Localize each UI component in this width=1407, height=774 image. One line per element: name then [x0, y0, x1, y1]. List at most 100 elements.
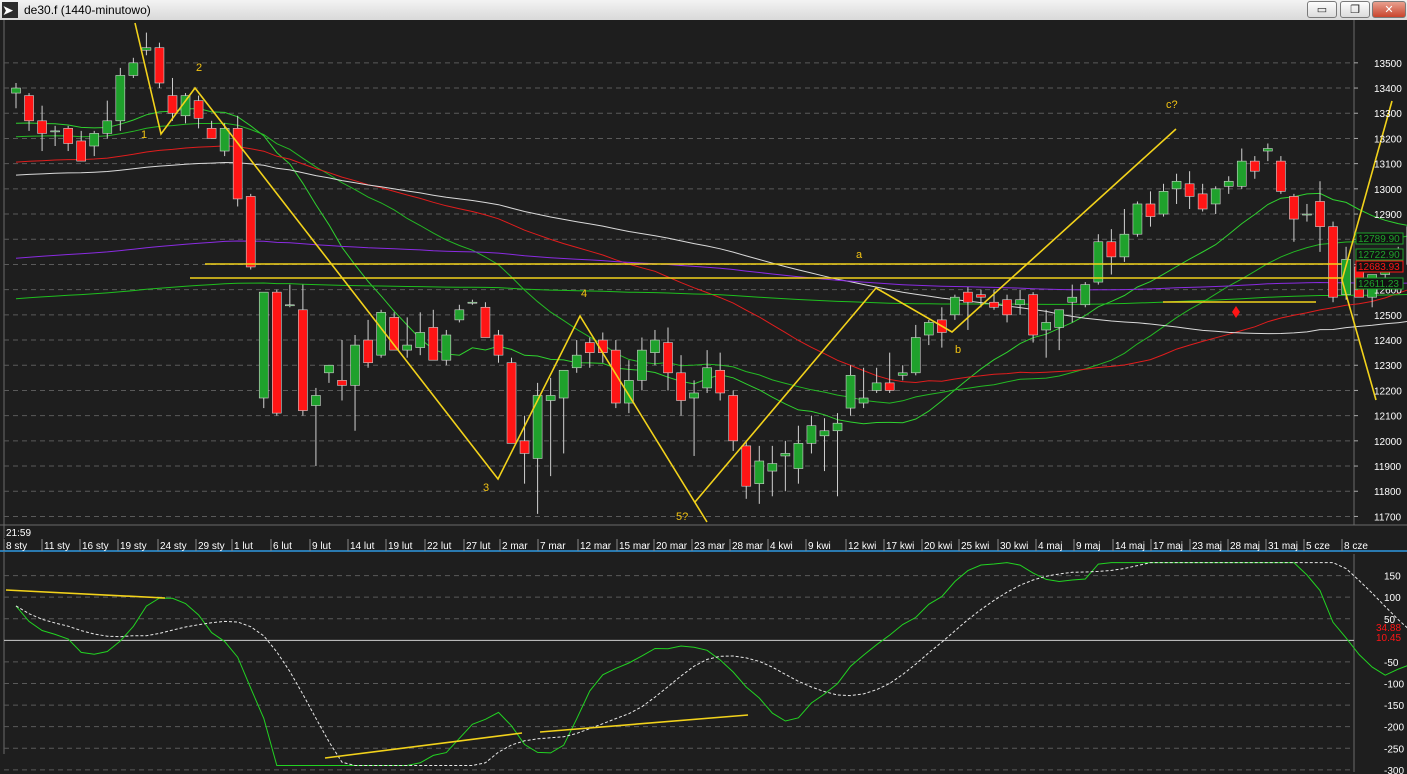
time-tick-label: 20 mar	[656, 541, 688, 552]
osc-tick-label: -150	[1384, 701, 1404, 712]
candle-body	[1250, 160, 1260, 172]
candle-body	[1236, 160, 1247, 187]
candle-body	[376, 312, 386, 356]
wave-label: a	[856, 249, 863, 261]
price-tick-label: 12400	[1374, 336, 1402, 347]
candle-body	[923, 322, 934, 336]
candle-body	[285, 304, 295, 307]
candle-body	[37, 120, 47, 134]
time-tick-label: 4 kwi	[770, 541, 793, 552]
price-tick-label: 11900	[1374, 462, 1402, 473]
candle-body	[76, 140, 86, 162]
candle-body	[441, 334, 452, 361]
candle-body	[1223, 180, 1234, 187]
candle-body	[506, 362, 517, 444]
time-tick-label: 6 lut	[273, 541, 292, 552]
candle-body	[584, 342, 595, 353]
candle-body	[637, 349, 647, 381]
candle-body	[519, 440, 530, 454]
chart-canvas[interactable]: 1 2 3 4 5? a b c? 11700 11800 11900 12000 12100 1220…	[0, 20, 1407, 774]
time-tick-label: 25 kwi	[961, 541, 989, 552]
minimize-button[interactable]: ▭	[1307, 1, 1337, 18]
time-tick-label: 2 mar	[502, 541, 528, 552]
time-tick-label: 1 lut	[234, 541, 253, 552]
time-label: 21:59	[6, 528, 31, 539]
candle-body	[793, 443, 804, 469]
osc-tick-label: -100	[1384, 680, 1404, 691]
candle-body	[467, 301, 478, 304]
window-title: de30.f (1440-minutowo)	[24, 3, 151, 17]
restore-button[interactable]: ❐	[1340, 1, 1370, 18]
candle-body	[245, 196, 256, 268]
price-labels: 12789.90 12722.9012683.93 12611.23	[1355, 232, 1404, 290]
candle-body	[1145, 203, 1156, 217]
osc-tick-label: 150	[1384, 572, 1401, 583]
time-tick-label: 19 sty	[120, 541, 147, 552]
candle-body	[480, 306, 491, 338]
candle-body	[715, 369, 725, 394]
candle-body	[780, 453, 791, 457]
candle-body	[493, 334, 504, 356]
candle-body	[350, 344, 360, 386]
candle-body	[154, 47, 165, 84]
candle-body	[1002, 299, 1012, 316]
candle-body	[311, 395, 321, 406]
osc-tick-label: 100	[1384, 593, 1401, 604]
candle-body	[650, 339, 660, 353]
candle-body	[689, 392, 699, 399]
app-icon[interactable]: ➤	[2, 2, 18, 18]
close-button[interactable]: ✕	[1372, 1, 1406, 18]
candle-body	[845, 375, 856, 409]
wave-label: 2	[196, 62, 202, 74]
price-label: 12683.93	[1358, 262, 1400, 273]
candle-body	[728, 395, 739, 442]
wave-label: 5?	[676, 511, 688, 523]
wave-label: 3	[483, 482, 489, 494]
price-tick-label: 13500	[1374, 59, 1402, 70]
candle-body	[193, 100, 204, 119]
candle-body	[1210, 188, 1221, 205]
time-tick-label: 30 kwi	[1000, 541, 1028, 552]
candle-body	[11, 87, 21, 94]
price-tick-label: 12300	[1374, 361, 1402, 372]
candle-body	[558, 369, 569, 399]
time-tick-label: 23 maj	[1192, 541, 1222, 552]
price-tick-label: 13000	[1374, 185, 1402, 196]
candle-body	[1054, 309, 1064, 328]
candle-body	[324, 364, 334, 374]
time-tick-label: 22 lut	[427, 541, 452, 552]
candle-body	[337, 380, 347, 386]
wave-label: b	[955, 344, 961, 356]
cursor-icon: ➤	[2, 2, 14, 18]
price-tick-label: 13200	[1374, 134, 1402, 145]
candle-body	[363, 339, 373, 364]
osc-tick-label: -200	[1384, 723, 1404, 734]
price-tick-label: 11700	[1374, 512, 1402, 523]
time-tick-label: 11 sty	[44, 541, 70, 552]
candle-body	[806, 425, 817, 444]
candle-body	[206, 128, 217, 139]
candle-body	[754, 460, 765, 484]
price-tick-label: 12200	[1374, 386, 1402, 397]
time-tick-label: 9 kwi	[808, 541, 831, 552]
candle-body	[871, 382, 882, 391]
candle-body	[676, 372, 686, 401]
candle-body	[415, 332, 426, 348]
time-tick-label: 27 lut	[466, 541, 491, 552]
time-tick-label: 16 sty	[82, 541, 109, 552]
time-tick-label: 7 mar	[540, 541, 566, 552]
candle-body	[884, 382, 895, 391]
time-tick-label: 31 maj	[1268, 541, 1298, 552]
candle-body	[454, 309, 465, 321]
candle-body	[115, 75, 126, 122]
time-tick-label: 23 mar	[694, 541, 726, 552]
candle-body	[767, 463, 778, 472]
candle-body	[910, 337, 921, 374]
candle-body	[128, 62, 139, 76]
candle-body	[819, 430, 830, 437]
time-tick-label: 8 cze	[1344, 541, 1368, 552]
candle-body	[950, 296, 960, 316]
candle-body	[271, 291, 282, 414]
candle-body	[1197, 193, 1208, 210]
wave-label: 1	[141, 129, 147, 141]
